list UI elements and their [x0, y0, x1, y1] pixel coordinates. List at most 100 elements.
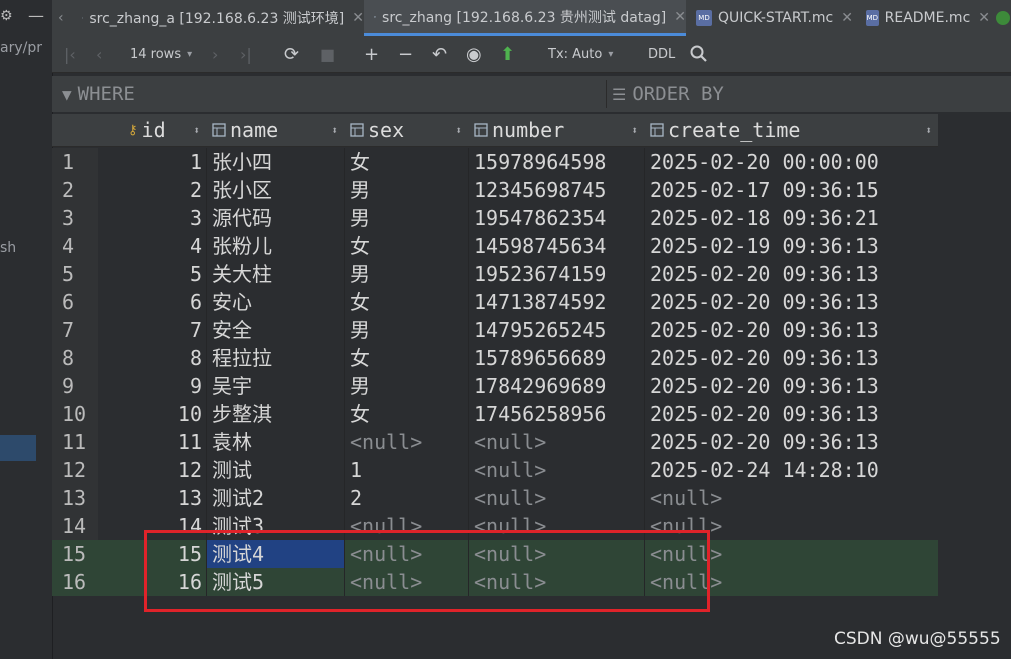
row-number[interactable]: 16	[52, 568, 98, 596]
cell-number[interactable]: 19523674159	[468, 260, 644, 288]
row-number[interactable]: 5	[52, 260, 98, 288]
cell-id[interactable]: 3	[98, 204, 206, 232]
ddl-button[interactable]: DDL	[648, 36, 675, 72]
cell-name[interactable]: 张粉儿	[206, 232, 344, 260]
minimize-icon[interactable]: —	[28, 6, 44, 25]
cell-number[interactable]: <null>	[468, 456, 644, 484]
cell-name[interactable]: 袁林	[206, 428, 344, 456]
sort-toggle-icon[interactable]: ⬍	[331, 124, 338, 137]
cell-sex[interactable]: 女	[344, 148, 468, 176]
cell-sex[interactable]: 男	[344, 260, 468, 288]
cell-create-time[interactable]: 2025-02-20 09:36:13	[644, 372, 938, 400]
cell-sex[interactable]: 女	[344, 232, 468, 260]
column-header-name[interactable]: name ⬍	[206, 114, 344, 146]
delete-row-icon[interactable]: −	[398, 36, 413, 72]
row-number[interactable]: 3	[52, 204, 98, 232]
row-number[interactable]: 11	[52, 428, 98, 456]
stop-icon[interactable]: ■	[320, 36, 335, 72]
table-row[interactable]: 11 11 袁林 <null> <null> 2025-02-20 09:36:13	[52, 428, 938, 456]
tab-overflow[interactable]	[990, 0, 1011, 36]
project-selected-item[interactable]	[0, 435, 36, 461]
cell-id[interactable]: 9	[98, 372, 206, 400]
cell-name[interactable]: 测试	[206, 456, 344, 484]
cell-create-time[interactable]: 2025-02-20 09:36:13	[644, 344, 938, 372]
column-header-create-time[interactable]: create_time ⬍	[644, 114, 938, 146]
prev-page-icon[interactable]: ‹	[96, 36, 102, 72]
row-number[interactable]: 7	[52, 316, 98, 344]
cell-name[interactable]: 步整淇	[206, 400, 344, 428]
row-number[interactable]: 1	[52, 148, 98, 176]
cell-name[interactable]: 吴宇	[206, 372, 344, 400]
cell-sex[interactable]: 1	[344, 456, 468, 484]
sort-toggle-icon[interactable]: ⬍	[631, 124, 638, 137]
cell-sex[interactable]: 女	[344, 344, 468, 372]
column-header-id[interactable]: ⚷ id ⬍	[98, 114, 206, 146]
cell-number[interactable]: 17456258956	[468, 400, 644, 428]
search-icon[interactable]	[690, 36, 708, 72]
close-icon[interactable]: ✕	[352, 10, 364, 26]
cell-create-time[interactable]: <null>	[644, 484, 938, 512]
row-number[interactable]: 12	[52, 456, 98, 484]
refresh-icon[interactable]: ⟳	[284, 36, 299, 72]
cell-create-time[interactable]: 2025-02-20 09:36:13	[644, 428, 938, 456]
row-number[interactable]: 10	[52, 400, 98, 428]
sort-toggle-icon[interactable]: ⬍	[925, 124, 932, 137]
tab-quick-start[interactable]: MD QUICK-START.mc ✕	[686, 0, 856, 36]
table-row[interactable]: 2 2 张小区男 12345698745 2025-02-17 09:36:15	[52, 176, 938, 204]
table-row[interactable]: 6 6 安心女 14713874592 2025-02-20 09:36:13	[52, 288, 938, 316]
cell-name[interactable]: 测试2	[206, 484, 344, 512]
cell-id[interactable]: 7	[98, 316, 206, 344]
row-number[interactable]: 14	[52, 512, 98, 540]
last-page-icon[interactable]: ›|	[240, 36, 252, 72]
sort-toggle-icon[interactable]: ⬍	[193, 124, 200, 137]
table-row[interactable]: 4 4 张粉儿女 14598745634 2025-02-19 09:36:13	[52, 232, 938, 260]
cell-sex[interactable]: 女	[344, 288, 468, 316]
column-header-number[interactable]: number ⬍	[468, 114, 644, 146]
next-page-icon[interactable]: ›	[212, 36, 218, 72]
cell-sex[interactable]: 男	[344, 372, 468, 400]
cell-create-time[interactable]: 2025-02-20 09:36:13	[644, 260, 938, 288]
row-number[interactable]: 15	[52, 540, 98, 568]
row-number[interactable]: 9	[52, 372, 98, 400]
gear-icon[interactable]: ⚙	[0, 8, 13, 24]
cell-create-time[interactable]: 2025-02-17 09:36:15	[644, 176, 938, 204]
table-row[interactable]: 13 13 测试2 2 <null> <null>	[52, 484, 938, 512]
preview-changes-icon[interactable]: ◉	[466, 36, 482, 72]
cell-id[interactable]: 6	[98, 288, 206, 316]
column-header-sex[interactable]: sex ⬍	[344, 114, 468, 146]
rows-count-dropdown[interactable]: 14 rows ▾	[130, 36, 192, 72]
cell-id[interactable]: 8	[98, 344, 206, 372]
cell-create-time[interactable]: 2025-02-20 09:36:13	[644, 400, 938, 428]
row-number[interactable]: 13	[52, 484, 98, 512]
cell-number[interactable]: 15789656689	[468, 344, 644, 372]
order-by-input[interactable]: ☰ ORDER BY	[612, 76, 724, 112]
cell-number[interactable]: <null>	[468, 484, 644, 512]
cell-sex[interactable]: <null>	[344, 428, 468, 456]
cell-sex[interactable]: 女	[344, 400, 468, 428]
cell-name[interactable]: 安全	[206, 316, 344, 344]
cell-id[interactable]: 11	[98, 428, 206, 456]
cell-name[interactable]: 安心	[206, 288, 344, 316]
table-row[interactable]: 3 3 源代码男 19547862354 2025-02-18 09:36:21	[52, 204, 938, 232]
cell-create-time[interactable]: 2025-02-18 09:36:21	[644, 204, 938, 232]
add-row-icon[interactable]: +	[364, 36, 379, 72]
tab-readme[interactable]: MD README.mc ✕	[856, 0, 990, 36]
where-filter-input[interactable]: ▼ WHERE	[62, 76, 135, 112]
row-number-header[interactable]	[52, 114, 98, 146]
cell-number[interactable]: 17842969689	[468, 372, 644, 400]
cell-number[interactable]: 14598745634	[468, 232, 644, 260]
cell-number[interactable]: 14795265245	[468, 316, 644, 344]
cell-sex[interactable]: 男	[344, 204, 468, 232]
cell-create-time[interactable]: 2025-02-24 14:28:10	[644, 456, 938, 484]
cell-name[interactable]: 源代码	[206, 204, 344, 232]
tab-src-zhang-a[interactable]: src_zhang_a [192.168.6.23 测试环境] ✕	[72, 0, 364, 36]
transaction-mode-dropdown[interactable]: Tx: Auto ▾	[548, 36, 613, 72]
revert-icon[interactable]: ↶	[432, 36, 447, 72]
sort-toggle-icon[interactable]: ⬍	[455, 124, 462, 137]
table-row[interactable]: 1 1 张小四女 15978964598 2025-02-20 00:00:00	[52, 148, 938, 176]
cell-number[interactable]: 15978964598	[468, 148, 644, 176]
row-number[interactable]: 2	[52, 176, 98, 204]
cell-name[interactable]: 关大柱	[206, 260, 344, 288]
cell-create-time[interactable]: 2025-02-20 09:36:13	[644, 288, 938, 316]
cell-id[interactable]: 12	[98, 456, 206, 484]
